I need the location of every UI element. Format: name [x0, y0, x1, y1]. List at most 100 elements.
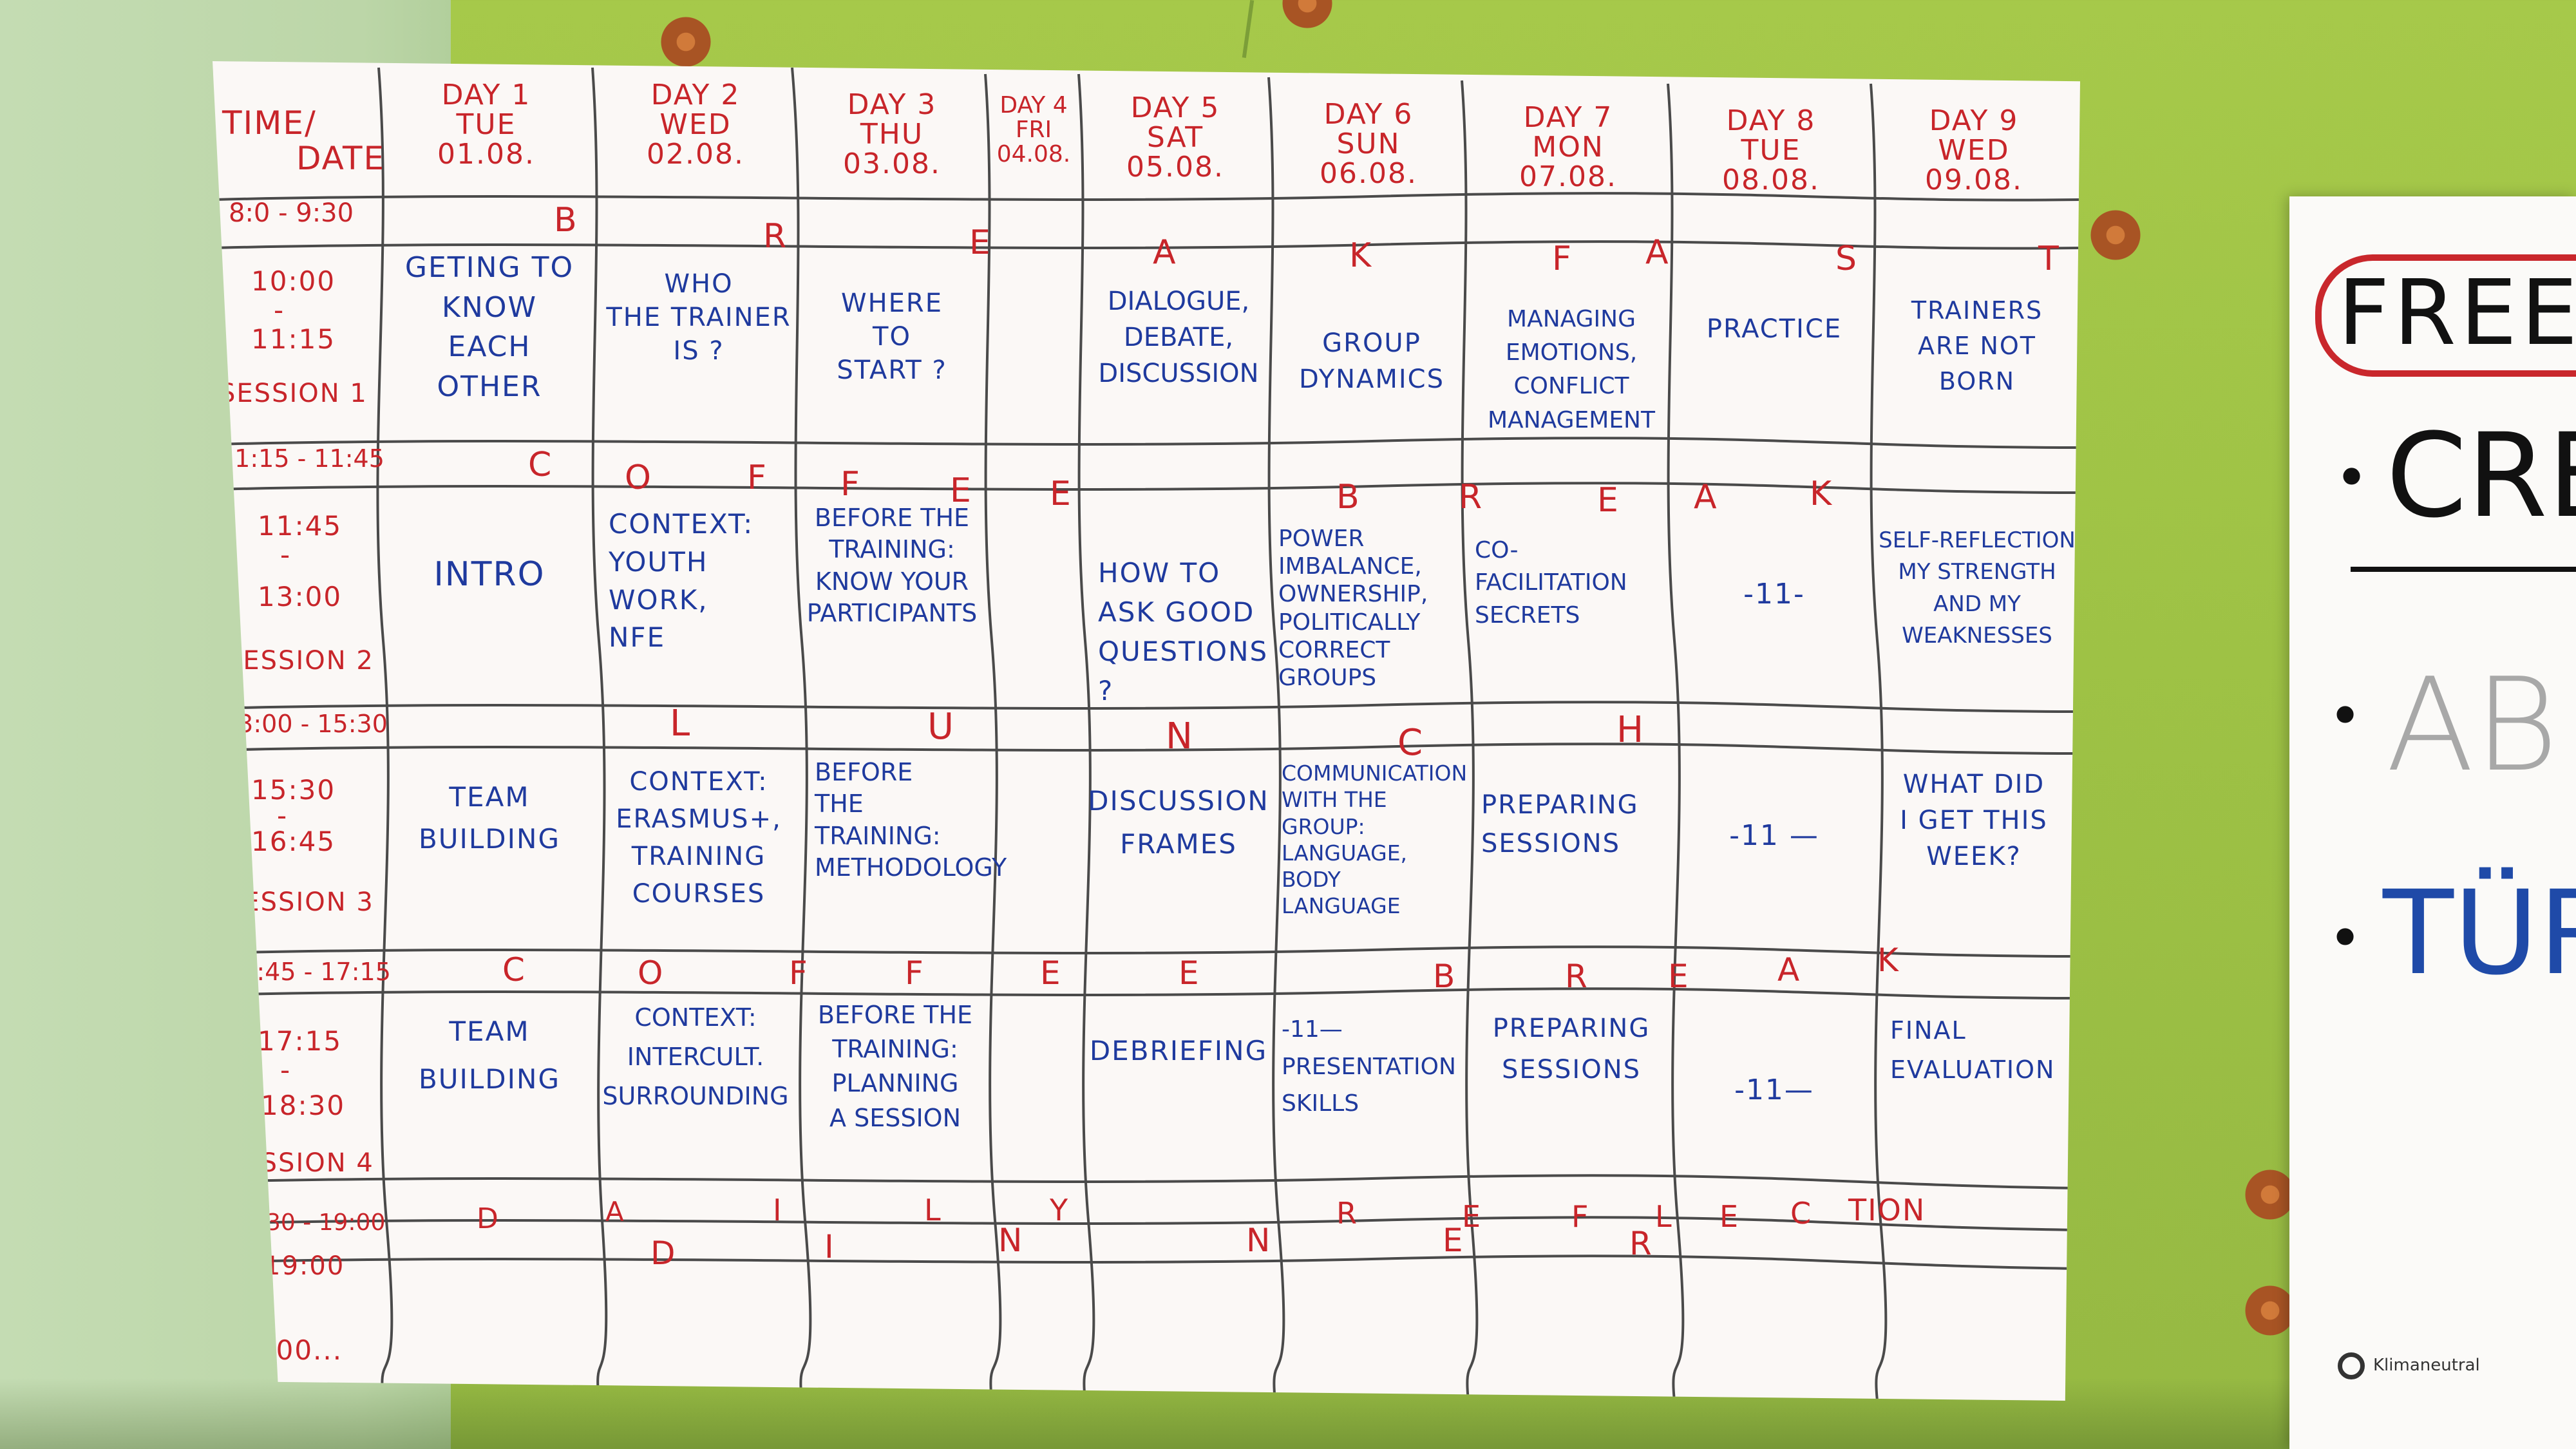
band-letter: U [927, 706, 955, 748]
wall-flower-decoration [2087, 206, 2145, 264]
session4-day5: DEBRIEFING [1089, 1035, 1268, 1066]
row-divider [213, 743, 2080, 755]
session4-day8: -11— [1734, 1074, 1814, 1106]
row-divider [213, 987, 2080, 999]
band-letter: N [1246, 1222, 1272, 1259]
band-letter: N [998, 1222, 1024, 1259]
day-weekday: SUN [1336, 128, 1401, 161]
session1-day9: TRAINERS ARE NOT BORN [1911, 296, 2043, 396]
band-letter: I [773, 1193, 783, 1227]
band-letter: A [1694, 478, 1718, 516]
row-divider [213, 482, 2080, 494]
bullet-dot-icon: • [2328, 683, 2363, 750]
band-letter: F [747, 459, 768, 497]
side-poster-title: FREE [2338, 261, 2576, 366]
bullet-text: CRE [2386, 409, 2576, 544]
wall-flower-decoration [657, 13, 715, 71]
band-letter: R [1565, 958, 1589, 995]
column-divider [1267, 77, 1285, 1401]
session3-day5: DISCUSSION FRAMES [1088, 785, 1269, 860]
day-weekday: TUE [456, 108, 516, 142]
time-dinner: 19:00 [264, 1251, 345, 1281]
band-letter: F [1552, 240, 1573, 278]
time-session3-start: 15:30 [251, 774, 336, 806]
session2-day5: HOW TO ASK GOOD QUESTIONS ? [1098, 557, 1269, 706]
band-letter: C [502, 951, 526, 989]
day-weekday: WED [1938, 134, 2010, 167]
day-weekday: MON [1532, 131, 1604, 164]
time-coffee-break-1: 11:15 - 11:45 [219, 444, 384, 473]
time-lunch: 13:00 - 15:30 [222, 710, 388, 738]
band-letter: B [554, 201, 578, 240]
session3-day6: COMMUNICATION WITH THE GROUP: LANGUAGE, … [1282, 761, 1468, 919]
band-letter: S [1835, 240, 1859, 278]
session2-day8: -11- [1743, 578, 1805, 611]
day-date: 06.08. [1320, 157, 1417, 191]
band-letter: E [1462, 1199, 1482, 1234]
day-header-1: DAY 1 TUE 01.08. [386, 80, 586, 170]
band-letter: L [670, 703, 692, 744]
session3-day1: TEAM BUILDING [418, 781, 561, 855]
band-letter: K [1349, 236, 1373, 275]
band-letter: F [1571, 1199, 1590, 1234]
bullet-dot-icon: • [2334, 444, 2369, 512]
time-session3-end: 16:45 [251, 826, 336, 857]
session2-day9: SELF-REFLECTION MY STRENGTH AND MY WEAKN… [1879, 527, 2076, 649]
session3-day2: CONTEXT: ERASMUS+, TRAINING COURSES [616, 767, 782, 909]
band-letter: K [1810, 475, 1833, 513]
band-letter: E [1040, 954, 1062, 992]
band-letter: L [1655, 1199, 1673, 1234]
band-letter: E [1443, 1222, 1464, 1259]
band-letter: E [1597, 481, 1620, 520]
session1-day7: MANAGING EMOTIONS, CONFLICT MANAGEMENT [1488, 306, 1655, 433]
band-letter: C [1397, 722, 1425, 764]
session1-day2: WHO THE TRAINER IS ? [606, 269, 791, 366]
band-letter: I [824, 1228, 835, 1265]
band-letter: A [1645, 233, 1670, 272]
day-weekday: THU [860, 118, 924, 151]
band-letter: C [1790, 1196, 1813, 1231]
time-session1-start: 10:00 [251, 265, 336, 297]
day-number: DAY 2 [650, 79, 741, 111]
band-letter: R [1629, 1225, 1653, 1262]
band-letter: B [1336, 478, 1361, 516]
band-letter: B [1433, 958, 1457, 995]
band-letter: D [650, 1235, 677, 1272]
wall-flower-decoration [1278, 0, 1336, 32]
session2-day3: BEFORE THE TRAINING: KNOW YOUR PARTICIPA… [806, 504, 978, 628]
time-session1-end: 11:15 [251, 323, 336, 355]
band-letter: N [1166, 715, 1194, 757]
day-header-3: DAY 3 THU 03.08. [799, 90, 985, 180]
time-breakfast: 8:0 - 9:30 [229, 198, 354, 228]
session2-label: SESSION 2 [225, 646, 374, 676]
session4-day6: -11— PRESENTATION SKILLS [1282, 1016, 1456, 1117]
bullet-text: AB [2386, 650, 2559, 800]
session3-day8: -11 — [1729, 819, 1819, 852]
day-header-7: DAY 7 MON 07.08. [1472, 102, 1665, 194]
band-letter: A [605, 1196, 625, 1227]
day-number: DAY 6 [1323, 98, 1414, 131]
time-session2-end: 13:00 [258, 581, 343, 612]
session2-day6: POWER IMBALANCE, OWNERSHIP, POLITICALLY … [1278, 526, 1428, 691]
band-letter: E [1719, 1199, 1740, 1234]
band-letter: E [1668, 958, 1690, 995]
band-letter: Y [1050, 1193, 1070, 1227]
day-header-6: DAY 6 SUN 06.08. [1275, 98, 1462, 191]
time-session2-dash: - [280, 539, 292, 571]
day-date: 09.08. [1925, 164, 2023, 197]
band-letter: D [477, 1202, 500, 1235]
day-date: 03.08. [843, 147, 941, 181]
day-weekday: WED [659, 108, 732, 142]
band-letter: E [969, 223, 992, 262]
band-letter: E [1179, 954, 1200, 992]
session3-day7: PREPARING SESSIONS [1481, 790, 1639, 858]
time-session1-dash: - [274, 294, 285, 326]
band-letter: F [840, 465, 861, 504]
session4-day9: FINAL EVALUATION [1890, 1016, 2056, 1084]
day-weekday: FRI [1015, 116, 1052, 143]
band-letter: F [789, 954, 809, 992]
day-number: DAY 5 [1130, 91, 1220, 124]
day-date: 07.08. [1519, 160, 1617, 194]
column-divider [1077, 73, 1095, 1401]
day-date: 05.08. [1126, 151, 1224, 184]
